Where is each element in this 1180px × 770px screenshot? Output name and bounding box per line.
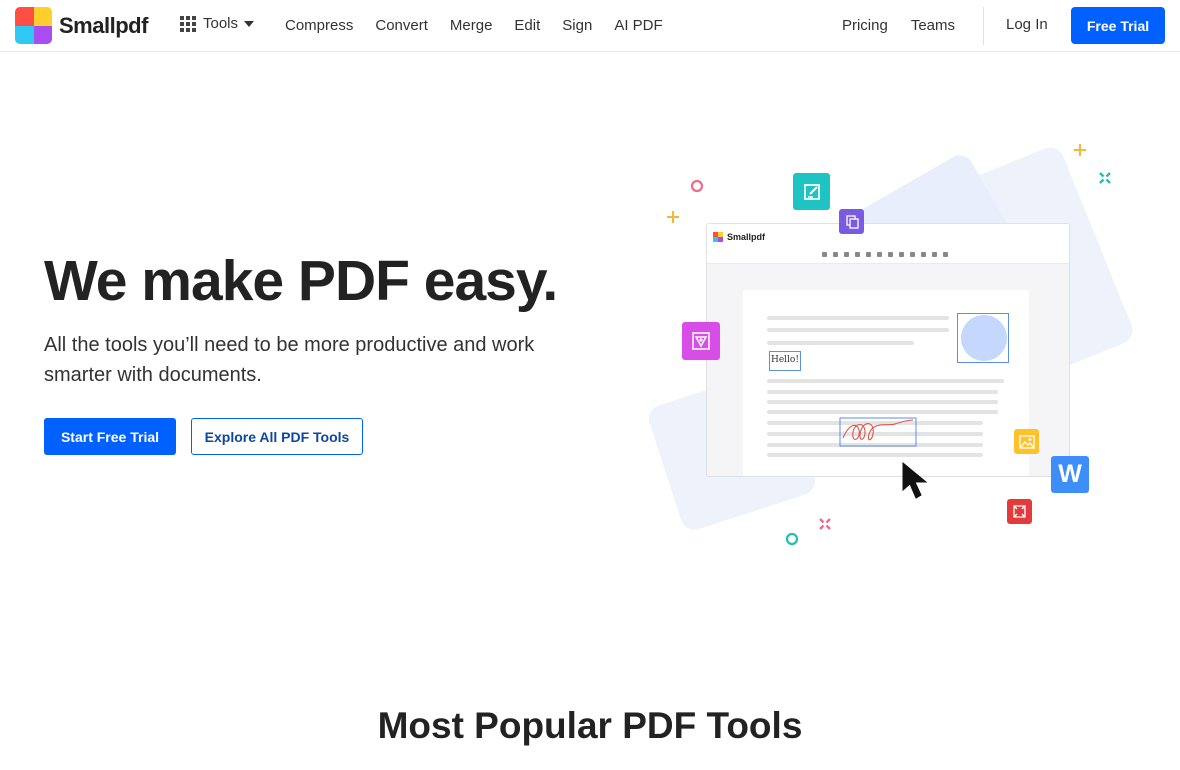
- grid-icon: [180, 15, 196, 32]
- text-line: [767, 453, 983, 457]
- hero-illustration: Smallpdf Hello! W: [640, 135, 1140, 555]
- edit-pdf-icon: [793, 173, 830, 210]
- main-nav-links: Compress Convert Merge Edit Sign AI PDF: [285, 17, 685, 34]
- merge-pdf-icon: [839, 209, 864, 234]
- plus-sparkle-icon: [667, 211, 679, 223]
- text-line: [767, 379, 1004, 383]
- x-sparkle-icon: [1099, 172, 1111, 184]
- mini-logo: Smallpdf: [713, 232, 765, 242]
- nav-link-compress[interactable]: Compress: [285, 17, 353, 34]
- hero-subtitle: All the tools you’ll need to be more pro…: [44, 334, 535, 386]
- tools-menu-button[interactable]: Tools: [180, 15, 255, 32]
- plus-sparkle-icon: [1074, 144, 1086, 156]
- text-line: [767, 316, 949, 320]
- top-nav: Smallpdf Tools Compress Convert Merge Ed…: [0, 0, 1180, 52]
- text-line: [767, 328, 949, 332]
- free-trial-button[interactable]: Free Trial: [1071, 7, 1165, 44]
- cursor-arrow-icon: [902, 462, 928, 499]
- x-sparkle-icon: [819, 518, 831, 530]
- chevron-down-icon: [244, 20, 255, 27]
- text-line: [767, 400, 998, 404]
- popular-tools-title: Most Popular PDF Tools: [377, 705, 803, 746]
- nav-divider: [983, 7, 984, 45]
- text-line: [767, 341, 914, 345]
- login-link[interactable]: Log In: [1006, 16, 1048, 33]
- app-window-header: Smallpdf: [707, 224, 1069, 264]
- smallpdf-logo-icon: [15, 7, 52, 44]
- ring-sparkle-icon: [690, 179, 704, 193]
- mini-app-name: Smallpdf: [727, 232, 766, 242]
- hero-title: We make PDF easy.: [44, 249, 558, 313]
- sign-pdf-icon: [682, 322, 720, 360]
- ring-sparkle-icon: [785, 532, 799, 546]
- brand-logo[interactable]: Smallpdf: [15, 7, 148, 44]
- compress-pdf-icon: [1007, 499, 1032, 524]
- nav-link-pricing[interactable]: Pricing: [842, 17, 888, 34]
- hello-text: Hello!: [771, 355, 799, 365]
- nav-link-sign[interactable]: Sign: [562, 17, 592, 34]
- signature-scribble: [839, 417, 917, 447]
- word-icon-letter: W: [1058, 460, 1082, 488]
- explore-tools-button[interactable]: Explore All PDF Tools: [191, 418, 363, 455]
- brand-name: Smallpdf: [59, 12, 148, 38]
- nav-link-convert[interactable]: Convert: [375, 17, 428, 34]
- editor-toolbar: [822, 252, 954, 257]
- secondary-nav-links: Pricing Teams: [819, 17, 955, 34]
- nav-link-merge[interactable]: Merge: [450, 17, 493, 34]
- document-page: Hello!: [743, 290, 1029, 476]
- nav-link-edit[interactable]: Edit: [514, 17, 540, 34]
- image-icon: [1014, 429, 1039, 454]
- text-line: [767, 410, 998, 414]
- nav-link-teams[interactable]: Teams: [911, 17, 955, 34]
- word-icon: W: [1051, 456, 1089, 493]
- start-free-trial-button[interactable]: Start Free Trial: [44, 418, 176, 455]
- text-line: [767, 390, 998, 394]
- nav-link-ai-pdf[interactable]: AI PDF: [614, 17, 662, 34]
- mini-logo-icon: [713, 232, 723, 242]
- circle-selection: [957, 313, 1009, 363]
- tools-label: Tools: [203, 15, 239, 32]
- hello-text-selection: Hello!: [769, 351, 801, 371]
